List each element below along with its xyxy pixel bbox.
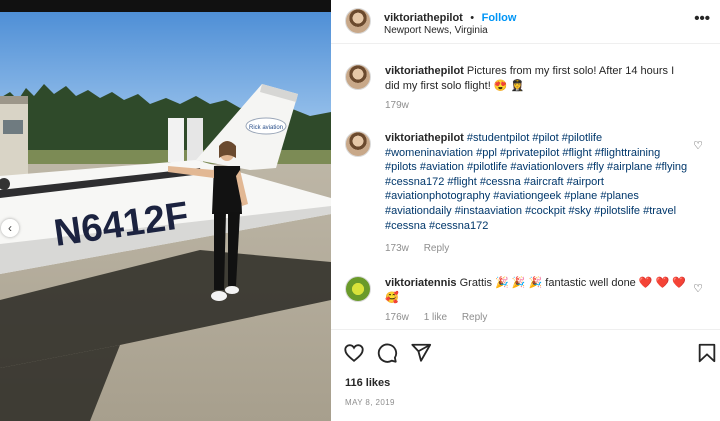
heart-icon[interactable]	[343, 342, 365, 364]
tail-logo-text: Rick aviation	[249, 125, 283, 131]
hashtag-link[interactable]: #flight	[562, 147, 591, 159]
comment-icon[interactable]	[376, 342, 398, 364]
hashtag-link[interactable]: #privatepilot	[500, 147, 559, 159]
hashtag-link[interactable]: #airplane	[607, 161, 652, 173]
hashtag-link[interactable]: #aircraft	[524, 176, 564, 188]
hashtag-link[interactable]: #cockpit	[525, 205, 565, 217]
hashtag-link[interactable]: #travel	[643, 205, 676, 217]
airplane-photo: Rick aviation N6412F	[0, 0, 331, 421]
comment-body: viktoriathepilot #studentpilot #pilot #p…	[385, 131, 690, 233]
more-options-button[interactable]: •••	[694, 11, 710, 26]
hashtag-link[interactable]: #sky	[568, 205, 591, 217]
hashtag-link[interactable]: #flying	[655, 161, 687, 173]
hashtag-link[interactable]: #aviationphotography	[385, 190, 490, 202]
hashtag-link[interactable]: #pilotslife	[594, 205, 640, 217]
hashtag-link[interactable]: #studentpilot	[467, 132, 529, 144]
post-photo[interactable]: Rick aviation N6412F ‹	[0, 0, 331, 421]
comment-username[interactable]: viktoriathepilot	[385, 132, 464, 144]
hashtag-link[interactable]: #planes	[600, 190, 639, 202]
share-icon[interactable]	[410, 342, 432, 364]
hashtag-link[interactable]: #pilots	[385, 161, 417, 173]
caption-time[interactable]: 179w	[385, 100, 409, 111]
comment-hashtags: viktoriathepilot #studentpilot #pilot #p…	[345, 131, 705, 261]
heart-outline-icon: ♡	[693, 140, 703, 152]
hashtag-list: #studentpilot #pilot #pilotlife #womenin…	[385, 132, 687, 232]
hashtag-link[interactable]: #fly	[587, 161, 604, 173]
hashtag-link[interactable]: #flighttraining	[595, 147, 660, 159]
post-header: viktoriathepilot • Follow Newport News, …	[331, 0, 720, 44]
hashtag-link[interactable]: #cessna	[385, 220, 426, 232]
chevron-left-icon: ‹	[8, 221, 12, 235]
comment-time[interactable]: 176w	[385, 312, 409, 323]
post-author-username[interactable]: viktoriathepilot	[384, 12, 463, 24]
more-horizontal-icon: •••	[694, 10, 710, 27]
hashtag-link[interactable]: #ppl	[476, 147, 497, 159]
hashtag-link[interactable]: #flight	[447, 176, 476, 188]
heart-outline-icon: ♡	[693, 283, 703, 295]
post-location[interactable]: Newport News, Virginia	[384, 25, 488, 36]
avatar[interactable]	[345, 8, 371, 34]
like-comment-button[interactable]: ♡	[693, 282, 703, 295]
hashtag-link[interactable]: #cessna172	[385, 176, 444, 188]
hashtag-link[interactable]: #aviation	[420, 161, 464, 173]
caption-meta: 179w	[385, 100, 421, 111]
hashtag-link[interactable]: #aviationlovers	[510, 161, 583, 173]
post-date[interactable]: MAY 8, 2019	[345, 398, 395, 407]
comment-likes[interactable]: 1 like	[424, 312, 447, 323]
separator-dot: •	[470, 12, 475, 24]
follow-button[interactable]: Follow	[482, 12, 517, 24]
comment-reply: viktoriatennis Grattis 🎉 🎉 🎉 fantastic w…	[345, 276, 705, 326]
hashtag-link[interactable]: #plane	[564, 190, 597, 202]
reply-button[interactable]: Reply	[424, 243, 450, 254]
like-comment-button[interactable]: ♡	[693, 139, 703, 152]
hashtag-link[interactable]: #cessna	[480, 176, 521, 188]
caption-body: viktoriathepilot Pictures from my first …	[385, 64, 690, 93]
hashtag-link[interactable]: #pilotlife	[562, 132, 602, 144]
hashtag-link[interactable]: #aviationgeek	[493, 190, 561, 202]
comment-meta: 176w 1 like Reply	[385, 312, 499, 323]
hashtag-link[interactable]: #aviationdaily	[385, 205, 452, 217]
hashtag-link[interactable]: #airport	[567, 176, 604, 188]
comment-time[interactable]: 173w	[385, 243, 409, 254]
caption-username[interactable]: viktoriathepilot	[385, 65, 464, 77]
bookmark-icon[interactable]	[696, 342, 718, 364]
reply-button[interactable]: Reply	[462, 312, 488, 323]
likes-count[interactable]: 116 likes	[345, 377, 390, 389]
hashtag-link[interactable]: #cessna172	[429, 220, 488, 232]
avatar[interactable]	[345, 64, 371, 90]
comment-meta: 173w Reply	[385, 243, 461, 254]
post-actions: 116 likes MAY 8, 2019	[331, 329, 720, 421]
hashtag-link[interactable]: #womeninaviation	[385, 147, 473, 159]
caption: viktoriathepilot Pictures from my first …	[345, 64, 705, 114]
comment-username[interactable]: viktoriatennis	[385, 277, 457, 289]
hashtag-link[interactable]: #pilotlife	[467, 161, 507, 173]
carousel-prev-button[interactable]: ‹	[1, 219, 19, 237]
avatar[interactable]	[345, 276, 371, 302]
post-details-panel: viktoriathepilot • Follow Newport News, …	[331, 0, 720, 421]
comment-body: viktoriatennis Grattis 🎉 🎉 🎉 fantastic w…	[385, 276, 690, 305]
hashtag-link[interactable]: #pilot	[532, 132, 558, 144]
avatar[interactable]	[345, 131, 371, 157]
hashtag-link[interactable]: #instaaviation	[455, 205, 522, 217]
